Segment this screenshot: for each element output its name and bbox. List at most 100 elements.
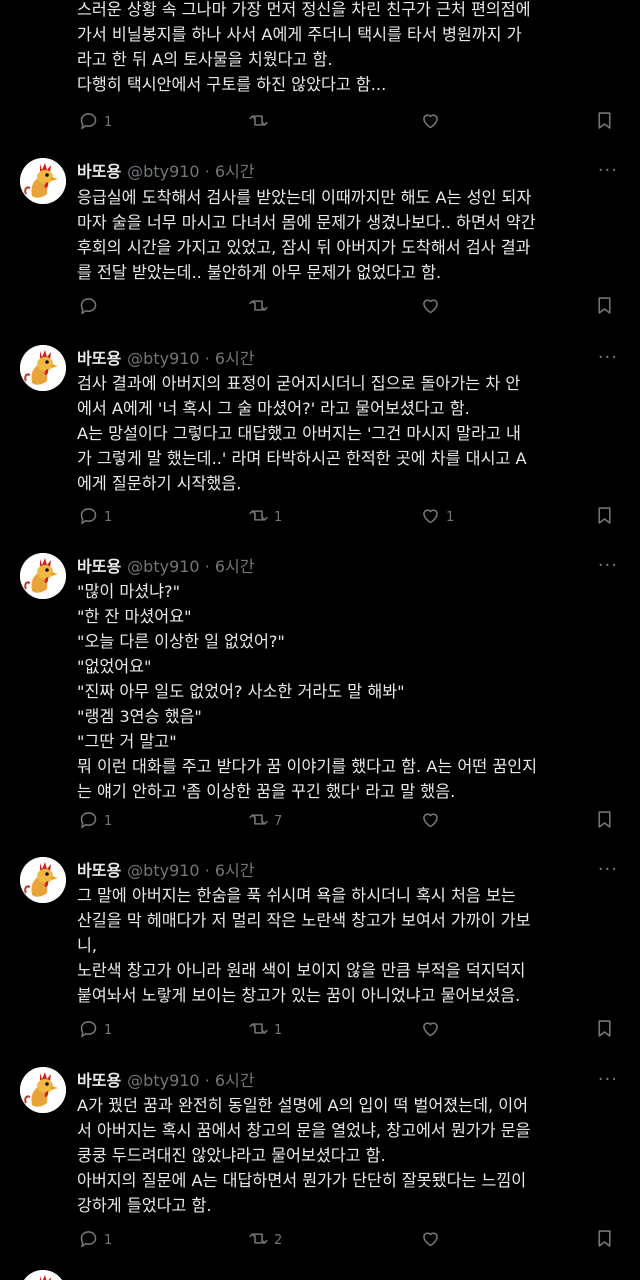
reply-icon (80, 297, 97, 314)
reply-count: 1 (104, 509, 113, 525)
tweet-text: 그 말에 아버지는 한숨을 푹 쉬시며 욕을 하시더니 혹시 처음 보는 산길을… (77, 883, 629, 1008)
tweet-text-line: 마자 술을 너무 마시고 다녀서 몸에 문제가 생겼나보다.. 하면서 약간 (77, 213, 536, 232)
more-icon[interactable]: ··· (598, 1069, 618, 1090)
bookmark-button[interactable] (594, 293, 615, 317)
tweet-text-line: 라고 한 뒤 A의 토사물을 치웠다고 함. (77, 50, 333, 69)
tweet-text-line: 쿵쿵 두드려대진 않았냐라고 물어보셨다고 함. (77, 1146, 386, 1165)
tweet-text-line: "랭겜 3연승 했음" (77, 707, 202, 726)
retweet-icon (249, 509, 268, 521)
heart-icon (423, 1231, 438, 1246)
retweet-icon (249, 299, 268, 311)
tweet-text-line: 강하게 들었다고 함. (77, 1196, 212, 1215)
like-button[interactable]: 1 (420, 503, 454, 527)
handle-and-time[interactable]: @bty910 · 6시간 (127, 158, 254, 182)
tweet-text-line: 에게 질문하기 시작했음. (77, 474, 242, 493)
tweet-actions: 1 2 (0, 1226, 640, 1250)
tweet-text-line: 는 얘기 안하고 '좀 이상한 꿈을 꾸긴 했다' 라고 말 했음. (77, 782, 456, 801)
avatar[interactable] (20, 1067, 66, 1113)
more-icon[interactable]: ··· (598, 555, 618, 576)
tweet-text-line: 검사 결과에 아버지의 표정이 굳어지시더니 집으로 돌아가는 차 안 (77, 374, 521, 393)
bookmark-button[interactable] (594, 1226, 615, 1250)
avatar[interactable] (20, 158, 66, 204)
bookmark-icon (598, 1229, 611, 1247)
tweet-header: 바또용 @bty910 · 6시간 (77, 158, 255, 182)
bookmark-icon (598, 810, 611, 828)
tweet-text-line: "많이 마셨냐?" (77, 582, 181, 601)
tweet-text-line: 노란색 창고가 아니라 원래 색이 보이지 않을 만큼 부적을 덕지덕지 (77, 961, 526, 980)
retweet-button[interactable]: 1 (248, 1016, 282, 1040)
retweet-button[interactable]: 1 (248, 503, 282, 527)
like-button[interactable] (420, 108, 446, 132)
display-name[interactable]: 바또용 (77, 158, 121, 182)
like-button[interactable] (420, 807, 446, 831)
retweet-count: 1 (274, 1022, 283, 1038)
more-icon[interactable]: ··· (598, 859, 618, 880)
avatar[interactable] (20, 553, 66, 599)
handle-and-time[interactable]: @bty910 · 6시간 (127, 857, 254, 881)
display-name[interactable]: 바또용 (77, 1067, 121, 1091)
display-name[interactable]: 바또용 (77, 553, 121, 577)
retweet-icon (249, 1232, 268, 1244)
tweet-text-line: 산길을 막 헤매다가 저 멀리 작은 노란색 창고가 보여서 가까이 가보 (77, 911, 531, 930)
reply-icon (80, 112, 97, 129)
handle-and-time[interactable]: @bty910 · 6시간 (127, 345, 254, 369)
bookmark-button[interactable] (594, 1016, 615, 1040)
display-name[interactable]: 바또용 (77, 345, 121, 369)
tweet-text: "많이 마셨냐?" "한 잔 마셨어요" "오늘 다른 이상한 일 없었어?" … (77, 579, 629, 804)
bookmark-button[interactable] (594, 503, 615, 527)
more-icon[interactable]: ··· (598, 160, 618, 181)
heart-icon (423, 1021, 438, 1036)
bookmark-button[interactable] (594, 108, 615, 132)
tweet-actions: 1 (0, 108, 640, 132)
tweet-text: 스러운 상황 속 그나마 가장 먼저 정신을 차린 친구가 근처 편의점에 가서… (77, 0, 629, 97)
reply-count: 1 (104, 114, 113, 130)
retweet-button[interactable] (248, 108, 274, 132)
retweet-button[interactable] (248, 293, 274, 317)
heart-icon (423, 298, 438, 313)
rooster-avatar-icon (20, 1270, 66, 1280)
reply-count: 1 (104, 1022, 113, 1038)
reply-button[interactable]: 1 (78, 1226, 112, 1250)
bookmark-button[interactable] (594, 807, 615, 831)
tweet-actions: 1 1 (0, 1016, 640, 1040)
rooster-avatar-icon (20, 1067, 66, 1113)
like-button[interactable] (420, 293, 446, 317)
like-button[interactable] (420, 1226, 446, 1250)
bookmark-icon (598, 111, 611, 129)
retweet-button[interactable]: 7 (248, 807, 282, 831)
avatar[interactable] (20, 345, 66, 391)
retweet-button[interactable]: 2 (248, 1226, 282, 1250)
tweet-text-line: 를 전달 받았는데.. 불안하게 아무 문제가 없었다고 함. (77, 263, 442, 282)
tweet-actions (0, 293, 640, 317)
reply-icon (80, 811, 97, 828)
reply-button[interactable]: 1 (78, 503, 112, 527)
reply-button[interactable]: 1 (78, 1016, 112, 1040)
reply-button[interactable]: 1 (78, 108, 112, 132)
tweet-header: 바또용 @bty910 · 6시간 (77, 345, 255, 369)
reply-icon (80, 507, 97, 524)
display-name[interactable]: 바또용 (77, 857, 121, 881)
like-button[interactable] (420, 1016, 446, 1040)
rooster-avatar-icon (20, 158, 66, 204)
tweet-text-line: 서 아버지는 혹시 꿈에서 창고의 문을 열었냐, 창고에서 뭔가가 문을 (77, 1121, 531, 1140)
tweet-text-line: "진짜 아무 일도 없었어? 사소한 거라도 말 해봐" (77, 682, 405, 701)
heart-icon (423, 113, 438, 128)
bookmark-icon (598, 296, 611, 314)
tweet-text-line: "오늘 다른 이상한 일 없었어?" (77, 632, 285, 651)
avatar[interactable] (20, 857, 66, 903)
retweet-count: 1 (274, 509, 283, 525)
more-icon[interactable]: ··· (598, 347, 618, 368)
reply-button[interactable] (78, 293, 104, 317)
reply-count: 1 (104, 813, 113, 829)
tweet-text-line: 아버지의 질문에 A는 대답하면서 뭔가가 단단히 잘못됐다는 느낌이 (77, 1171, 527, 1190)
reply-button[interactable]: 1 (78, 807, 112, 831)
handle-and-time[interactable]: @bty910 · 6시간 (127, 1067, 254, 1091)
tweet-text-line: 뭐 이런 대화를 주고 받다가 꿈 이야기를 했다고 함. A는 어떤 꿈인지 (77, 757, 538, 776)
retweet-count: 2 (274, 1232, 283, 1248)
tweet-text-line: 스러운 상황 속 그나마 가장 먼저 정신을 차린 친구가 근처 편의점에 (77, 0, 531, 19)
heart-icon (423, 812, 438, 827)
retweet-icon (249, 1022, 268, 1034)
tweet-text-line: "없었어요" (77, 657, 152, 676)
handle-and-time[interactable]: @bty910 · 6시간 (127, 553, 254, 577)
avatar[interactable] (20, 1270, 66, 1280)
